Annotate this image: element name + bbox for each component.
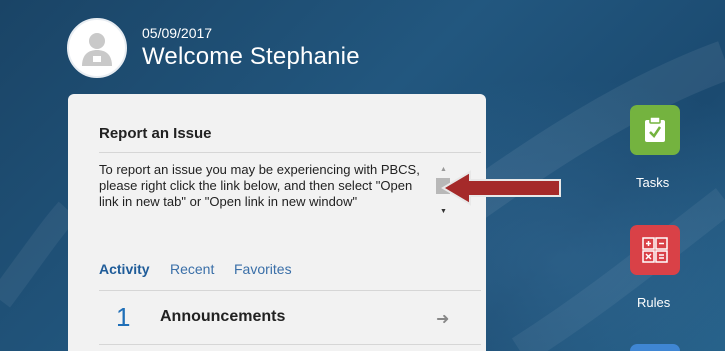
welcome-message: Welcome Stephanie [142, 43, 360, 70]
calculator-icon [642, 237, 668, 263]
tasks-label[interactable]: Tasks [636, 175, 669, 190]
report-issue-message: To report an issue you may be experienci… [99, 162, 420, 209]
report-issue-panel: Report an Issue To report an issue you m… [68, 94, 486, 351]
nav-tile-partial[interactable] [630, 344, 680, 351]
scroll-down-icon[interactable]: ▼ [440, 208, 447, 215]
rules-label[interactable]: Rules [637, 295, 670, 310]
callout-arrow-icon [441, 170, 561, 206]
announcements-count: 1 [116, 302, 131, 332]
clipboard-check-icon [645, 116, 665, 142]
tab-favorites[interactable]: Favorites [234, 261, 292, 277]
user-avatar[interactable] [67, 18, 127, 78]
rules-tile[interactable] [630, 225, 680, 275]
user-silhouette-icon [82, 33, 112, 66]
tasks-tile[interactable] [630, 105, 680, 155]
divider [99, 290, 481, 291]
current-date: 05/09/2017 [142, 25, 213, 41]
announcements-label: Announcements [160, 308, 286, 325]
divider [99, 152, 481, 153]
tab-recent[interactable]: Recent [170, 261, 214, 277]
divider [99, 344, 481, 345]
panel-title: Report an Issue [99, 125, 212, 142]
tab-activity[interactable]: Activity [99, 261, 150, 277]
arrow-right-icon[interactable]: ➜ [436, 309, 449, 329]
